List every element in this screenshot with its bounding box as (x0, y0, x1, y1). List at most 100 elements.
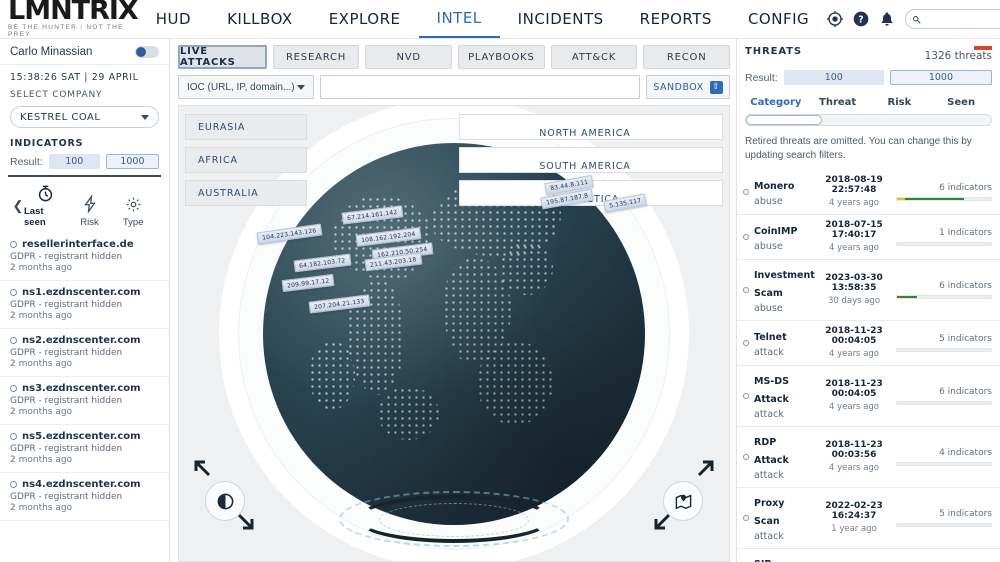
region-button-north-america[interactable]: NORTH AMERICA (459, 114, 723, 140)
company-select[interactable]: KESTREL COAL (10, 106, 159, 128)
threat-category: attack (754, 409, 784, 420)
threat-name: Investment Scam (754, 270, 815, 299)
tab-recon[interactable]: RECON (643, 45, 731, 69)
region-button-australia[interactable]: AUSTRALIA (185, 180, 307, 206)
threats-range-slider[interactable] (745, 114, 992, 126)
indicator-title: ns1.ezdnscenter.com (10, 287, 159, 298)
table-row[interactable]: MS-DS Attack attack 2018-11-23 00:04:05 4 y… (737, 366, 1000, 427)
indicators-result-1000[interactable]: 1000 (105, 154, 159, 169)
indicator-detail: GDPR - registrant hidden (10, 300, 123, 310)
sandbox-button[interactable]: SANDBOX ⇧ (646, 75, 730, 99)
nav-item-reports[interactable]: REPORTS (622, 0, 730, 38)
indicator-title: ns2.ezdnscenter.com (10, 335, 159, 346)
tab-nvd[interactable]: NVD (365, 45, 453, 69)
risk-bar-fill (905, 197, 964, 200)
status-dot-icon (743, 514, 749, 521)
slider-knob[interactable] (746, 115, 822, 125)
threat-risk-bar (896, 196, 992, 201)
sort-tab-last-seen[interactable]: Last seen (24, 183, 68, 228)
chevron-down-icon (141, 114, 149, 120)
threat-ago: 30 days ago (827, 296, 881, 306)
list-item[interactable]: ns3.ezdnscenter.com GDPR - registrant hid… (0, 377, 169, 425)
globe-panel[interactable]: EURASIA AFRICA AUSTRALIA NORTH AMERICA SOUT… (178, 105, 730, 562)
indicator-name: ns3.ezdnscenter.com (22, 383, 141, 394)
nav-item-hud[interactable]: HUD (138, 0, 209, 38)
indicators-result-label: Result: (10, 155, 43, 168)
region-button-south-america[interactable]: SOUTH AMERICA (459, 147, 723, 173)
table-row[interactable]: Proxy Scan attack 2022-02-23 16:24:37 1 yea… (737, 488, 1000, 549)
status-dot-icon (10, 337, 17, 344)
table-row[interactable]: Monero abuse 2018-08-19 22:57:48 4 years ag… (737, 170, 1000, 215)
list-item[interactable]: ns5.ezdnscenter.com GDPR - registrant hid… (0, 425, 169, 473)
threats-result-1000[interactable]: 1000 (889, 70, 992, 85)
map-pin-icon (675, 493, 691, 509)
threats-column-threat[interactable]: Threat (807, 97, 869, 108)
threat-date: 2018-07-15 17:40:17 (825, 220, 883, 240)
status-dot-icon (743, 188, 749, 195)
threats-column-seen[interactable]: Seen (930, 97, 992, 108)
list-item[interactable]: ns2.ezdnscenter.com GDPR - registrant hid… (0, 329, 169, 377)
list-item[interactable]: ns1.ezdnscenter.com GDPR - registrant hid… (0, 281, 169, 329)
user-toggle[interactable] (135, 46, 159, 58)
nav-item-intel[interactable]: INTEL (418, 0, 500, 38)
content-tabs: LIVE ATTACKS RESEARCH NVD PLAYBOOKS ATT&CK RE… (178, 45, 731, 69)
threat-name-cell: Investment Scam abuse (754, 265, 815, 314)
tab-playbooks[interactable]: PLAYBOOKS (458, 45, 545, 69)
indicators-result-row: Result: 100 1000 (0, 154, 169, 175)
region-button-eurasia[interactable]: EURASIA (185, 114, 307, 140)
table-row[interactable]: Investment Scam abuse 2023-03-30 13:58:35 3… (737, 260, 1000, 321)
indicator-detail: GDPR - registrant hidden (10, 348, 123, 358)
indicator-title: ns4.ezdnscenter.com (10, 479, 159, 490)
brand-tagline: BE THE HUNTER | NOT THE PREY (8, 24, 124, 38)
contrast-toggle-button[interactable] (205, 481, 245, 521)
indicator-age: 2 months ago (10, 311, 73, 321)
indicator-list: resellerinterface.de GDPR - registrant hi… (0, 233, 169, 562)
tab-live-attacks[interactable]: LIVE ATTACKS (178, 45, 267, 69)
sort-tab-risk[interactable]: Risk (68, 194, 112, 228)
region-button-africa[interactable]: AFRICA (185, 147, 307, 173)
upload-icon: ⇧ (709, 80, 723, 94)
threat-ago: 4 years ago (828, 243, 879, 253)
threat-indicator-cell: 1 indicators (896, 228, 992, 246)
table-row[interactable]: Telnet attack 2018-11-23 00:04:05 4 years a… (737, 321, 1000, 366)
threats-column-category[interactable]: Category (745, 97, 807, 108)
sort-tab-type[interactable]: Type (111, 194, 155, 228)
list-item[interactable]: ns4.ezdnscenter.com GDPR - registrant hid… (0, 473, 169, 521)
nav-item-killbox[interactable]: KILLBOX (209, 0, 311, 38)
ioc-type-select[interactable]: IOC (URL, IP, domain...) (178, 75, 314, 99)
indicator-name: resellerinterface.de (22, 239, 134, 250)
table-row[interactable]: SIP Attacksattack2020-08-11 06:39:352 ye… (737, 549, 1000, 562)
threats-result-row: Result: 100 1000 (737, 66, 1000, 91)
list-item[interactable]: resellerinterface.de GDPR - registrant hi… (0, 233, 169, 281)
nav-item-explore[interactable]: EXPLORE (311, 0, 419, 38)
gear-icon (123, 194, 143, 214)
nav-item-config[interactable]: CONFIG (730, 0, 827, 38)
brand-logo[interactable]: LMNTRIX BE THE HUNTER | NOT THE PREY (0, 0, 139, 38)
table-row[interactable]: RDP Attack attack 2018-11-23 00:03:56 4 yea… (737, 427, 1000, 488)
tab-research[interactable]: RESEARCH (272, 45, 360, 69)
threats-count-bar-danger (974, 46, 992, 50)
threat-indicator-count: 6 indicators (939, 386, 992, 397)
chevron-left-icon[interactable]: ❮ (12, 198, 24, 228)
ioc-search-input[interactable] (320, 75, 640, 99)
bell-icon[interactable] (879, 11, 895, 27)
contrast-icon (217, 493, 233, 509)
global-search[interactable] (905, 9, 1000, 29)
gear-icon[interactable] (827, 11, 844, 27)
threat-name: Telnet (754, 332, 787, 343)
global-search-input[interactable] (921, 13, 1000, 25)
main-content: LIVE ATTACKS RESEARCH NVD PLAYBOOKS ATT&CK RE… (170, 39, 736, 562)
threats-column-risk[interactable]: Risk (869, 97, 931, 108)
threat-time-cell: 2018-11-23 00:03:56 4 years ago (817, 440, 891, 473)
stopwatch-icon (36, 183, 56, 203)
table-row[interactable]: CoinIMP abuse 2018-07-15 17:40:17 4 years a… (737, 215, 1000, 260)
nav-item-incidents[interactable]: INCIDENTS (500, 0, 622, 38)
map-view-button[interactable] (663, 481, 703, 521)
indicator-age: 2 months ago (10, 455, 73, 465)
help-icon[interactable]: ? (853, 11, 869, 27)
ioc-search-row: IOC (URL, IP, domain...) SANDBOX ⇧ (178, 75, 730, 99)
threat-category: abuse (754, 196, 783, 207)
tab-att-ck[interactable]: ATT&CK (550, 45, 638, 69)
threats-result-100[interactable]: 100 (783, 70, 884, 85)
indicators-result-100[interactable]: 100 (48, 154, 100, 169)
